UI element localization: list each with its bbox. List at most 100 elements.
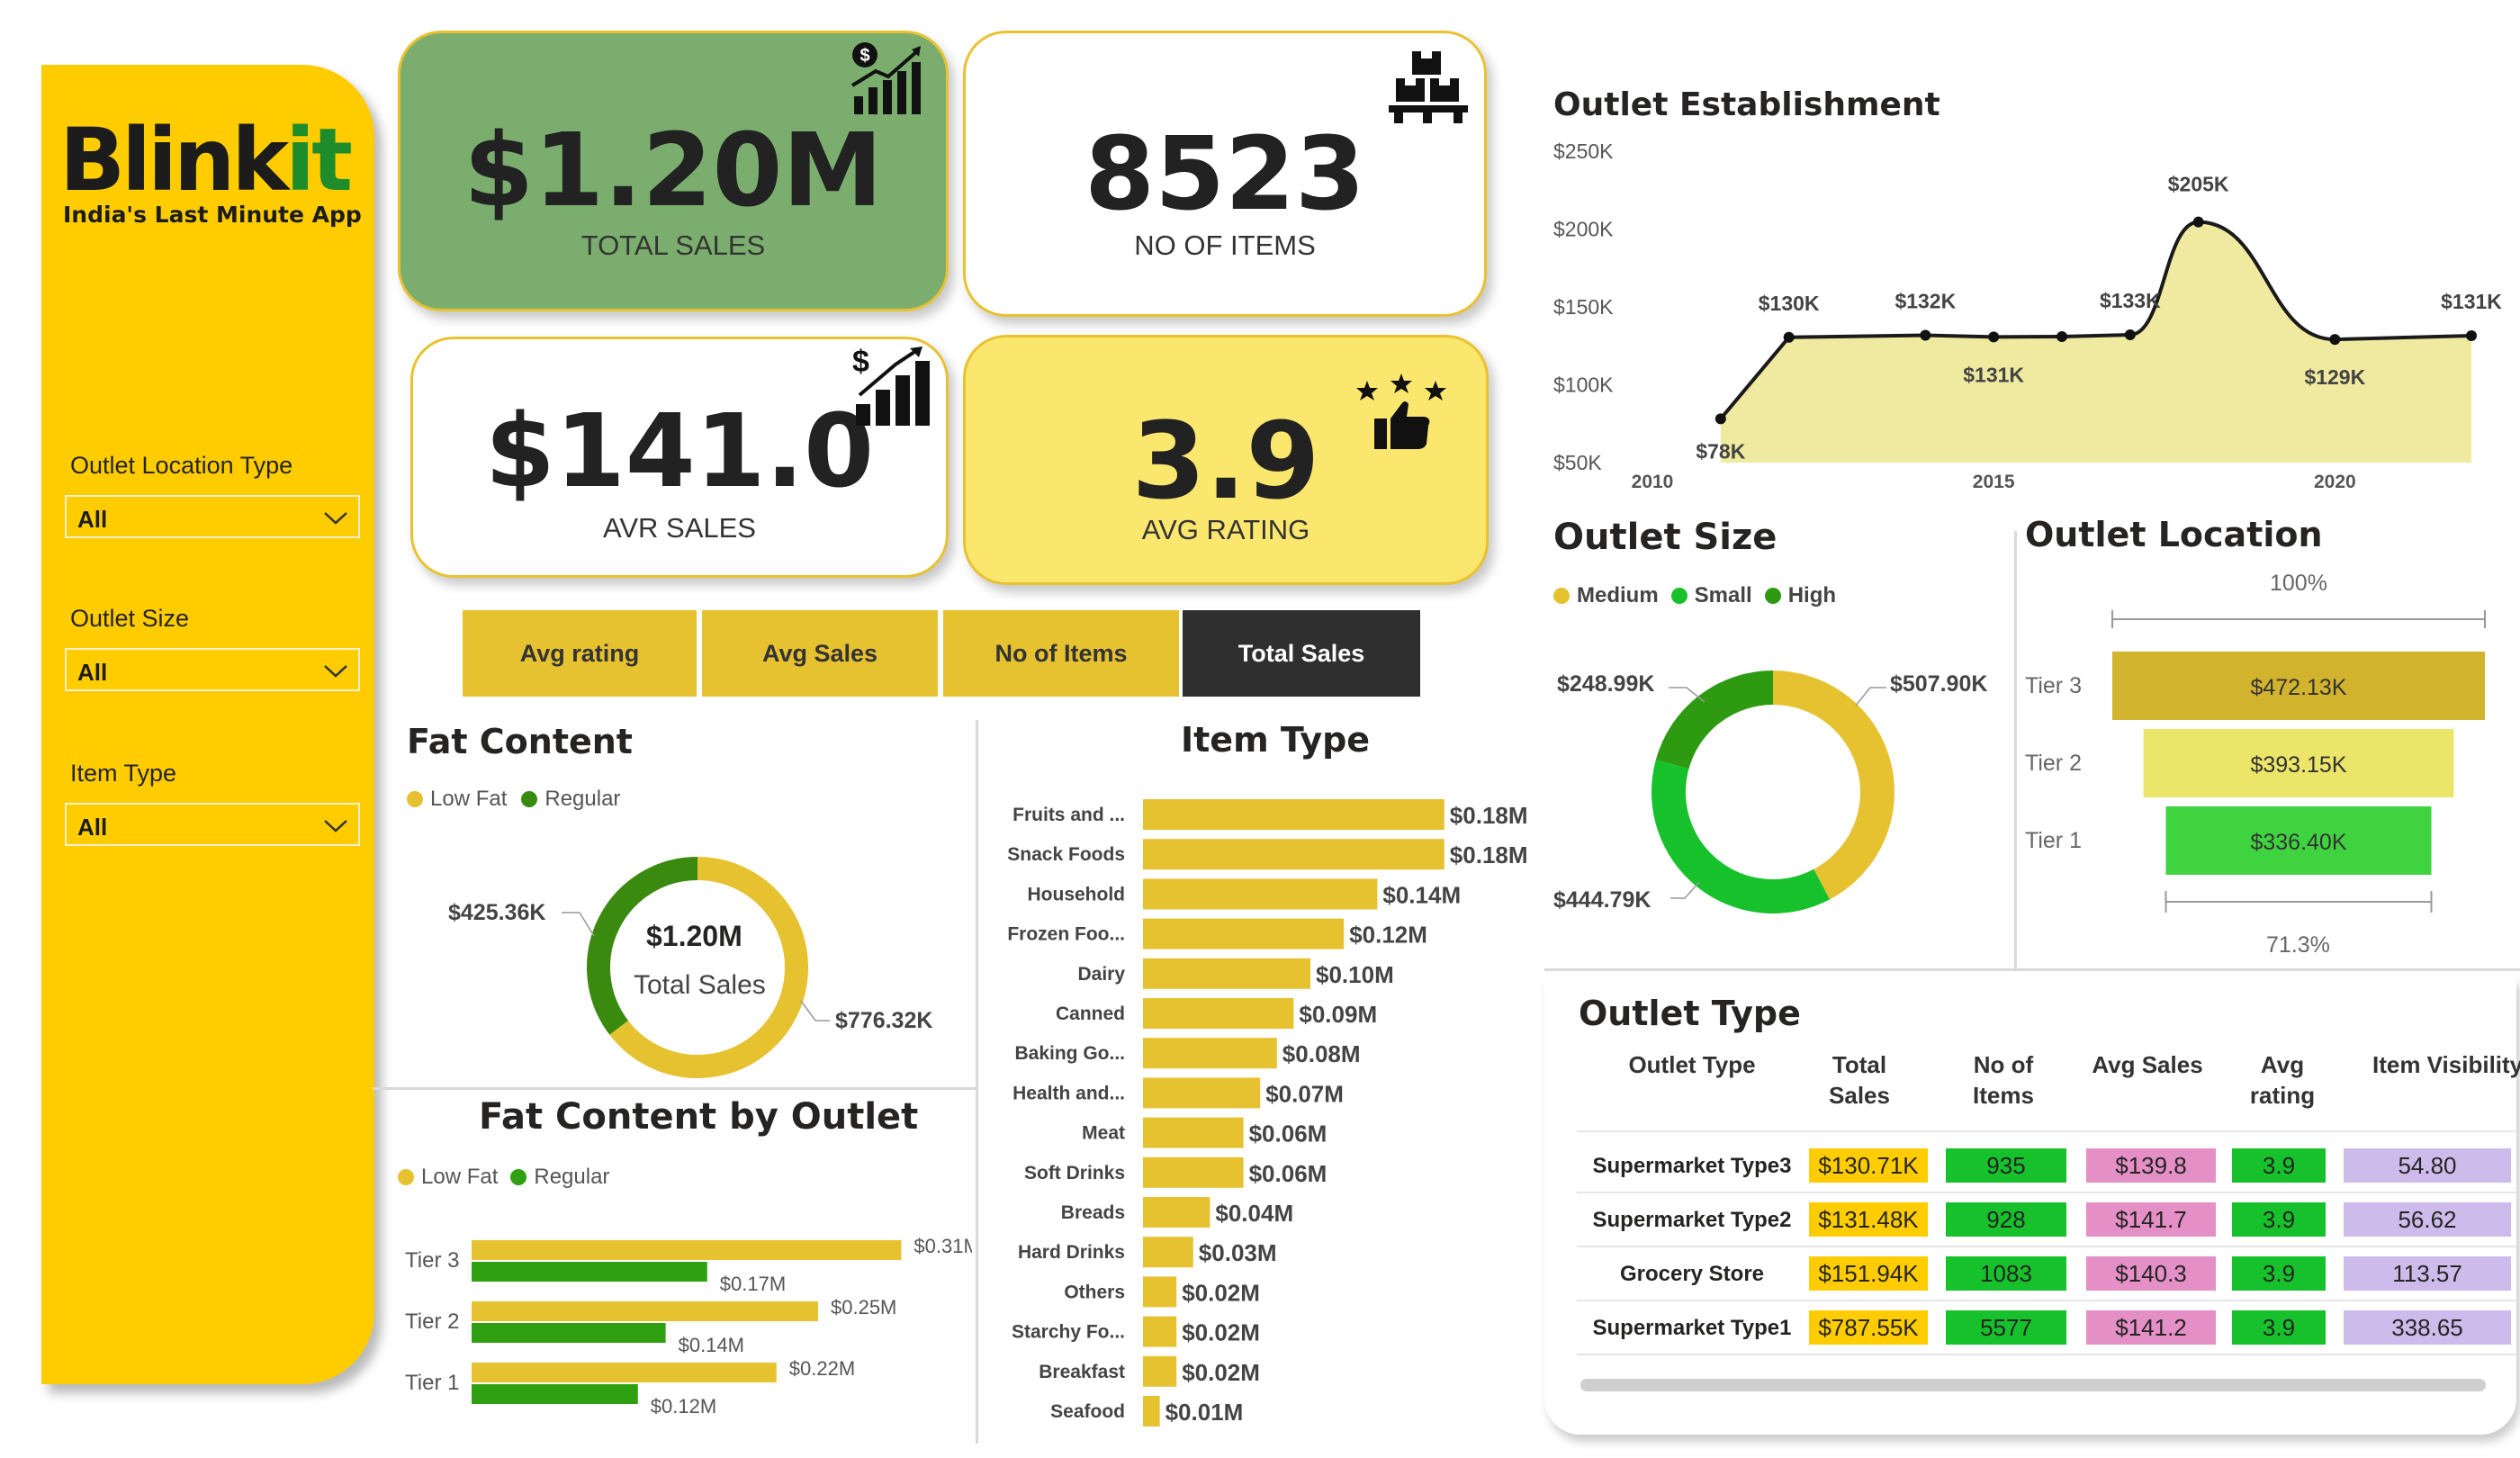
- total-sales-button[interactable]: Total Sales: [1183, 610, 1420, 697]
- bar: [1143, 1237, 1193, 1268]
- outlet-establishment-title: Outlet Establishment: [1553, 86, 1940, 123]
- total-sales-cell: $130.71K: [1809, 1148, 1928, 1183]
- col-header-avg-rating[interactable]: Avg rating: [2228, 1049, 2336, 1111]
- rating-cell: 3.9: [2232, 1256, 2326, 1291]
- divider: [976, 720, 978, 1444]
- avg-sales-cell: $139.8: [2086, 1148, 2216, 1183]
- tier-label: Tier 2: [2025, 751, 2082, 776]
- col-header-total-sales[interactable]: Total Sales: [1805, 1049, 1913, 1111]
- boxes-icon: [1389, 51, 1468, 123]
- regular-label: $425.36K: [448, 900, 546, 925]
- data-label: $131K: [2441, 290, 2502, 313]
- col-header-avg-sales[interactable]: Avg Sales: [2075, 1049, 2219, 1080]
- divider: [1544, 968, 2520, 971]
- category-label: Starchy Fo...: [1012, 1322, 1125, 1343]
- bar-value-label: $0.09M: [1299, 1001, 1377, 1028]
- data-label: $129K: [2304, 365, 2365, 389]
- avg-sales-cell: $140.3: [2086, 1256, 2216, 1291]
- legend-swatch: [1553, 588, 1570, 604]
- category-label: Health and...: [1012, 1083, 1125, 1103]
- outlet-location-funnel: $472.13K Tier 3 $393.15K Tier 2 $336.40K Tier…: [2025, 610, 2486, 913]
- avg-rating-button[interactable]: Avg rating: [463, 610, 697, 697]
- tier-label: Tier 1: [2025, 828, 2082, 853]
- tier-label: Tier 3: [2025, 673, 2082, 698]
- row-separator: [1577, 1192, 2516, 1193]
- category-label: Fruits and ...: [1012, 805, 1125, 825]
- data-point: [2329, 334, 2341, 346]
- tier-label: Tier 1: [405, 1371, 459, 1395]
- y-tick-label: $200K: [1553, 218, 1614, 241]
- col-header-outlet-type[interactable]: Outlet Type: [1593, 1049, 1791, 1080]
- bar: [1143, 1038, 1277, 1069]
- svg-text:$: $: [852, 345, 869, 379]
- legend-swatch: [510, 1169, 527, 1185]
- category-label: Hard Drinks: [1018, 1242, 1125, 1263]
- y-tick-label: $50K: [1553, 451, 1602, 474]
- avg-sales-button[interactable]: Avg Sales: [702, 610, 938, 697]
- bar: [1143, 839, 1444, 870]
- no-of-items-value: 8523: [1084, 116, 1365, 233]
- category-label: Others: [1064, 1282, 1125, 1302]
- data-label: $205K: [2168, 173, 2229, 196]
- total-sales-cell: $787.55K: [1809, 1310, 1928, 1345]
- bar: [472, 1240, 902, 1260]
- total-sales-card: $1.20M TOTAL SALES $: [398, 31, 949, 311]
- leader-lines: [562, 912, 830, 1022]
- bar-value-label: $0.12M: [651, 1395, 716, 1418]
- items-cell: 5577: [1946, 1310, 2066, 1345]
- visibility-cell: 338.65: [2344, 1310, 2511, 1345]
- legend-swatch: [398, 1169, 414, 1185]
- no-of-items-button[interactable]: No of Items: [943, 610, 1179, 697]
- bar-value-label: $0.10M: [1316, 961, 1394, 988]
- outlet-location-type-dropdown[interactable]: All: [65, 495, 360, 538]
- bar-value-label: $0.06M: [1249, 1160, 1328, 1187]
- funnel-value-label: $393.15K: [2250, 752, 2346, 778]
- no-of-items-label: NO OF ITEMS: [1134, 230, 1316, 261]
- bar-value-label: $0.17M: [720, 1273, 786, 1295]
- avg-sales-card: $141.0 AVR SALES $: [410, 337, 949, 578]
- col-header-item-visibility[interactable]: Item Visibility: [2354, 1049, 2520, 1080]
- col-header-no-of-items[interactable]: No of Items: [1949, 1049, 2057, 1111]
- bar: [1143, 1316, 1177, 1347]
- outlet-establishment-chart: $50K $100K $150K $200K $250K 2010 2015 2020 $78K…: [1553, 140, 2502, 492]
- data-point: [1988, 331, 2000, 343]
- total-sales-cell: $151.94K: [1809, 1256, 1928, 1291]
- bar-growth-icon: $: [852, 345, 930, 426]
- bar: [472, 1262, 707, 1282]
- data-label: $131K: [1963, 363, 2024, 386]
- bar-value-label: $0.03M: [1199, 1239, 1277, 1266]
- data-point: [2466, 330, 2477, 342]
- data-label: $132K: [1894, 289, 1956, 312]
- row-separator: [1577, 1354, 2516, 1355]
- data-point: [1714, 413, 1726, 425]
- visibility-cell: 113.57: [2344, 1256, 2511, 1291]
- x-tick-label: 2015: [1973, 472, 2015, 492]
- bar: [1143, 918, 1345, 950]
- svg-text:$: $: [860, 46, 869, 66]
- category-label: Seafood: [1050, 1401, 1125, 1422]
- item-type-chart: Fruits and ... $0.18M Snack Foods $0.18M Hou…: [1007, 799, 1528, 1426]
- x-tick-label: 2020: [2314, 472, 2356, 492]
- category-label: Canned: [1056, 1004, 1125, 1024]
- outlet-type-cell: Grocery Store: [1619, 1262, 1765, 1286]
- fat-content-legend: Low Fat Regular: [407, 787, 620, 812]
- horizontal-scrollbar[interactable]: [1580, 1379, 2486, 1391]
- data-point: [1920, 329, 1931, 341]
- category-label: Frozen Foo...: [1007, 924, 1125, 945]
- data-point: [2124, 328, 2136, 340]
- item-type-dropdown[interactable]: All: [65, 803, 360, 846]
- row-separator: [1577, 1300, 2516, 1301]
- avg-rating-label: AVG RATING: [1141, 514, 1310, 545]
- category-label: Household: [1028, 884, 1126, 904]
- data-label: $133K: [2100, 289, 2161, 312]
- chevron-down-icon: [324, 665, 347, 678]
- outlet-size-dropdown[interactable]: All: [65, 648, 360, 691]
- bar-value-label: $0.01M: [1166, 1399, 1244, 1426]
- y-tick-label: $100K: [1553, 374, 1614, 397]
- outlet-type-cell: Supermarket Type3: [1592, 1154, 1792, 1178]
- items-cell: 935: [1946, 1148, 2066, 1183]
- bar-value-label: $0.12M: [1349, 922, 1427, 949]
- legend-swatch: [521, 791, 538, 807]
- category-label: Soft Drinks: [1024, 1163, 1125, 1184]
- data-point: [2056, 330, 2067, 342]
